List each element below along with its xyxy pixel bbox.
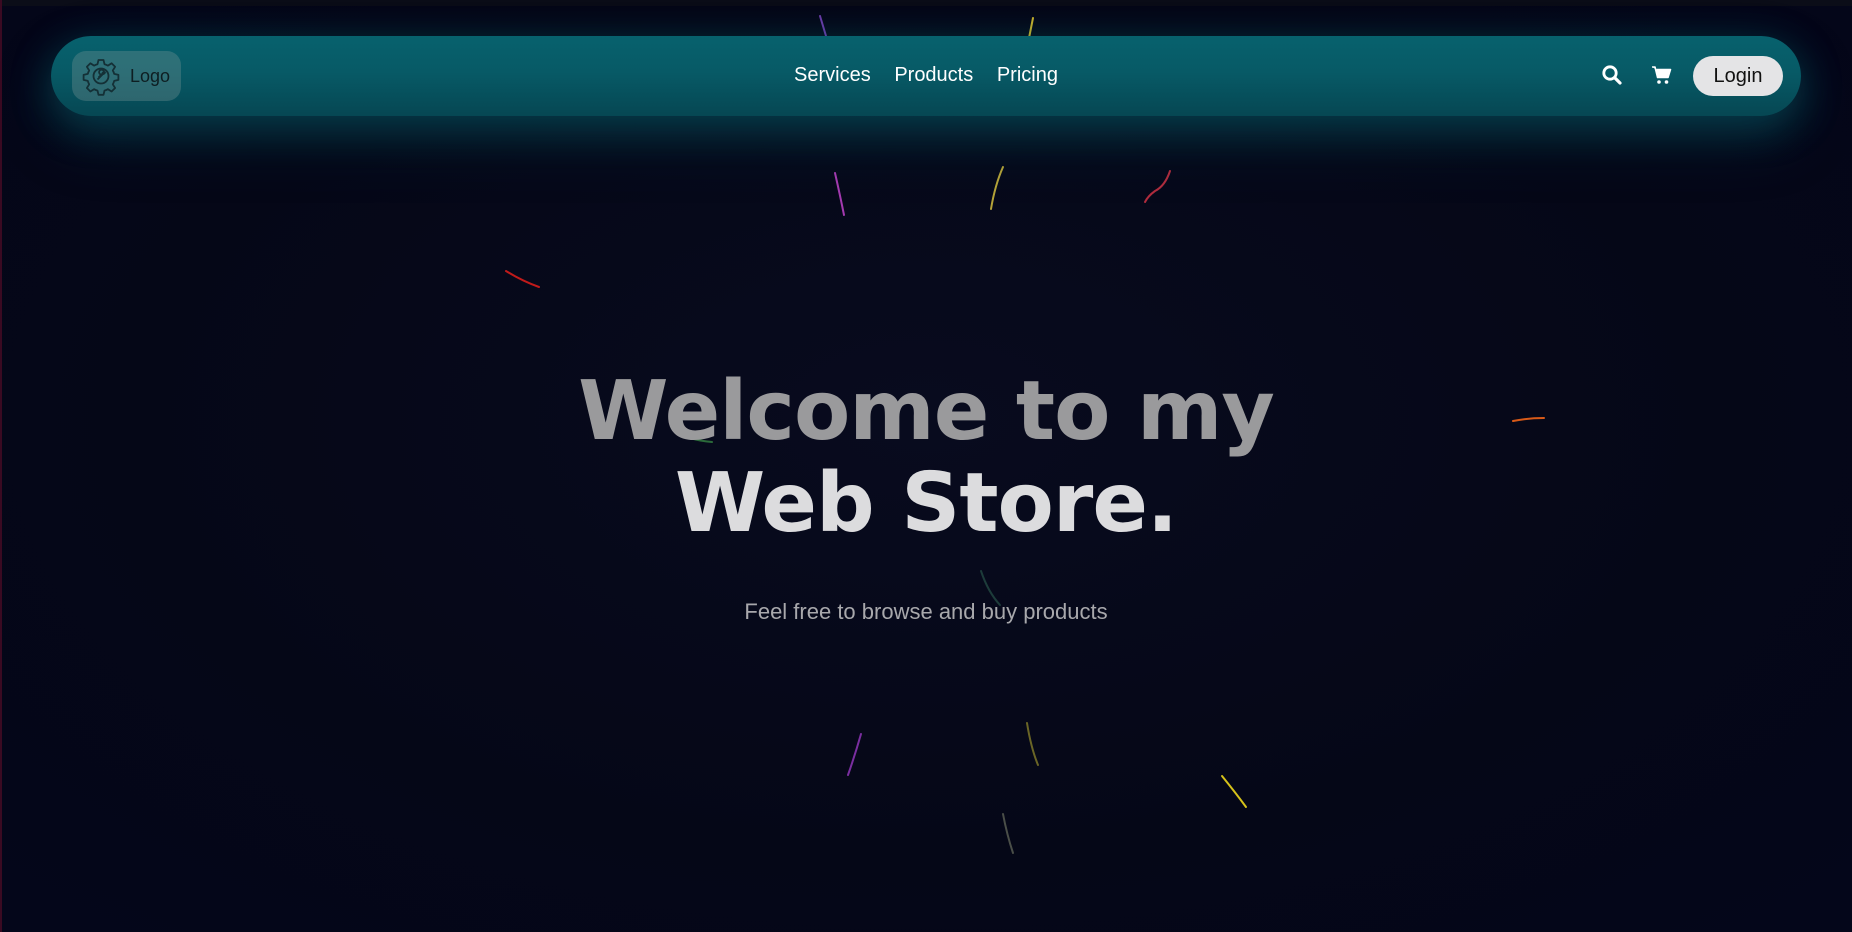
streak (1028, 17, 1034, 39)
streak (819, 15, 827, 37)
streak (1002, 813, 1014, 854)
streak (1221, 775, 1247, 808)
streak (1026, 722, 1039, 766)
streak (1144, 170, 1171, 203)
hero-title-line-2: Web Store. (674, 456, 1178, 551)
navbar: Logo Services Products Pricing Login (51, 36, 1801, 116)
nav-link-services[interactable]: Services (794, 64, 871, 87)
login-button[interactable]: Login (1693, 56, 1783, 96)
streak (847, 733, 862, 776)
hero: Welcome to my Web Store. Feel free to br… (0, 366, 1852, 625)
page: Logo Services Products Pricing Login Wel… (0, 0, 1852, 932)
nav-links: Services Products Pricing (51, 64, 1801, 87)
search-icon[interactable] (1600, 63, 1624, 87)
nav-link-pricing[interactable]: Pricing (997, 64, 1058, 87)
hero-title: Welcome to my Web Store. (0, 366, 1852, 550)
streak (834, 172, 845, 216)
cart-icon[interactable] (1650, 63, 1674, 87)
streak (505, 270, 540, 288)
hero-title-line-1: Welcome to my (578, 364, 1275, 459)
nav-link-products[interactable]: Products (894, 64, 973, 87)
streak (990, 166, 1004, 210)
hero-subtitle: Feel free to browse and buy products (744, 599, 1108, 624)
